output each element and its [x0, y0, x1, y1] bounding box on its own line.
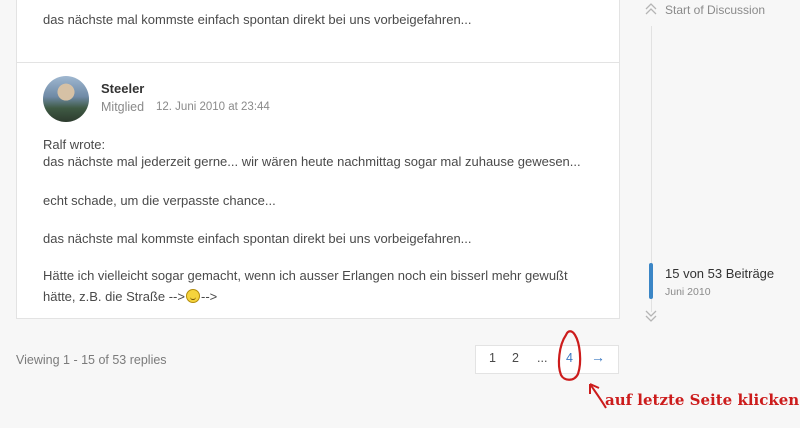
annotation-circle-and-arrow — [557, 330, 607, 409]
annotation-label: auf letzte Seite klicken — [605, 391, 800, 409]
